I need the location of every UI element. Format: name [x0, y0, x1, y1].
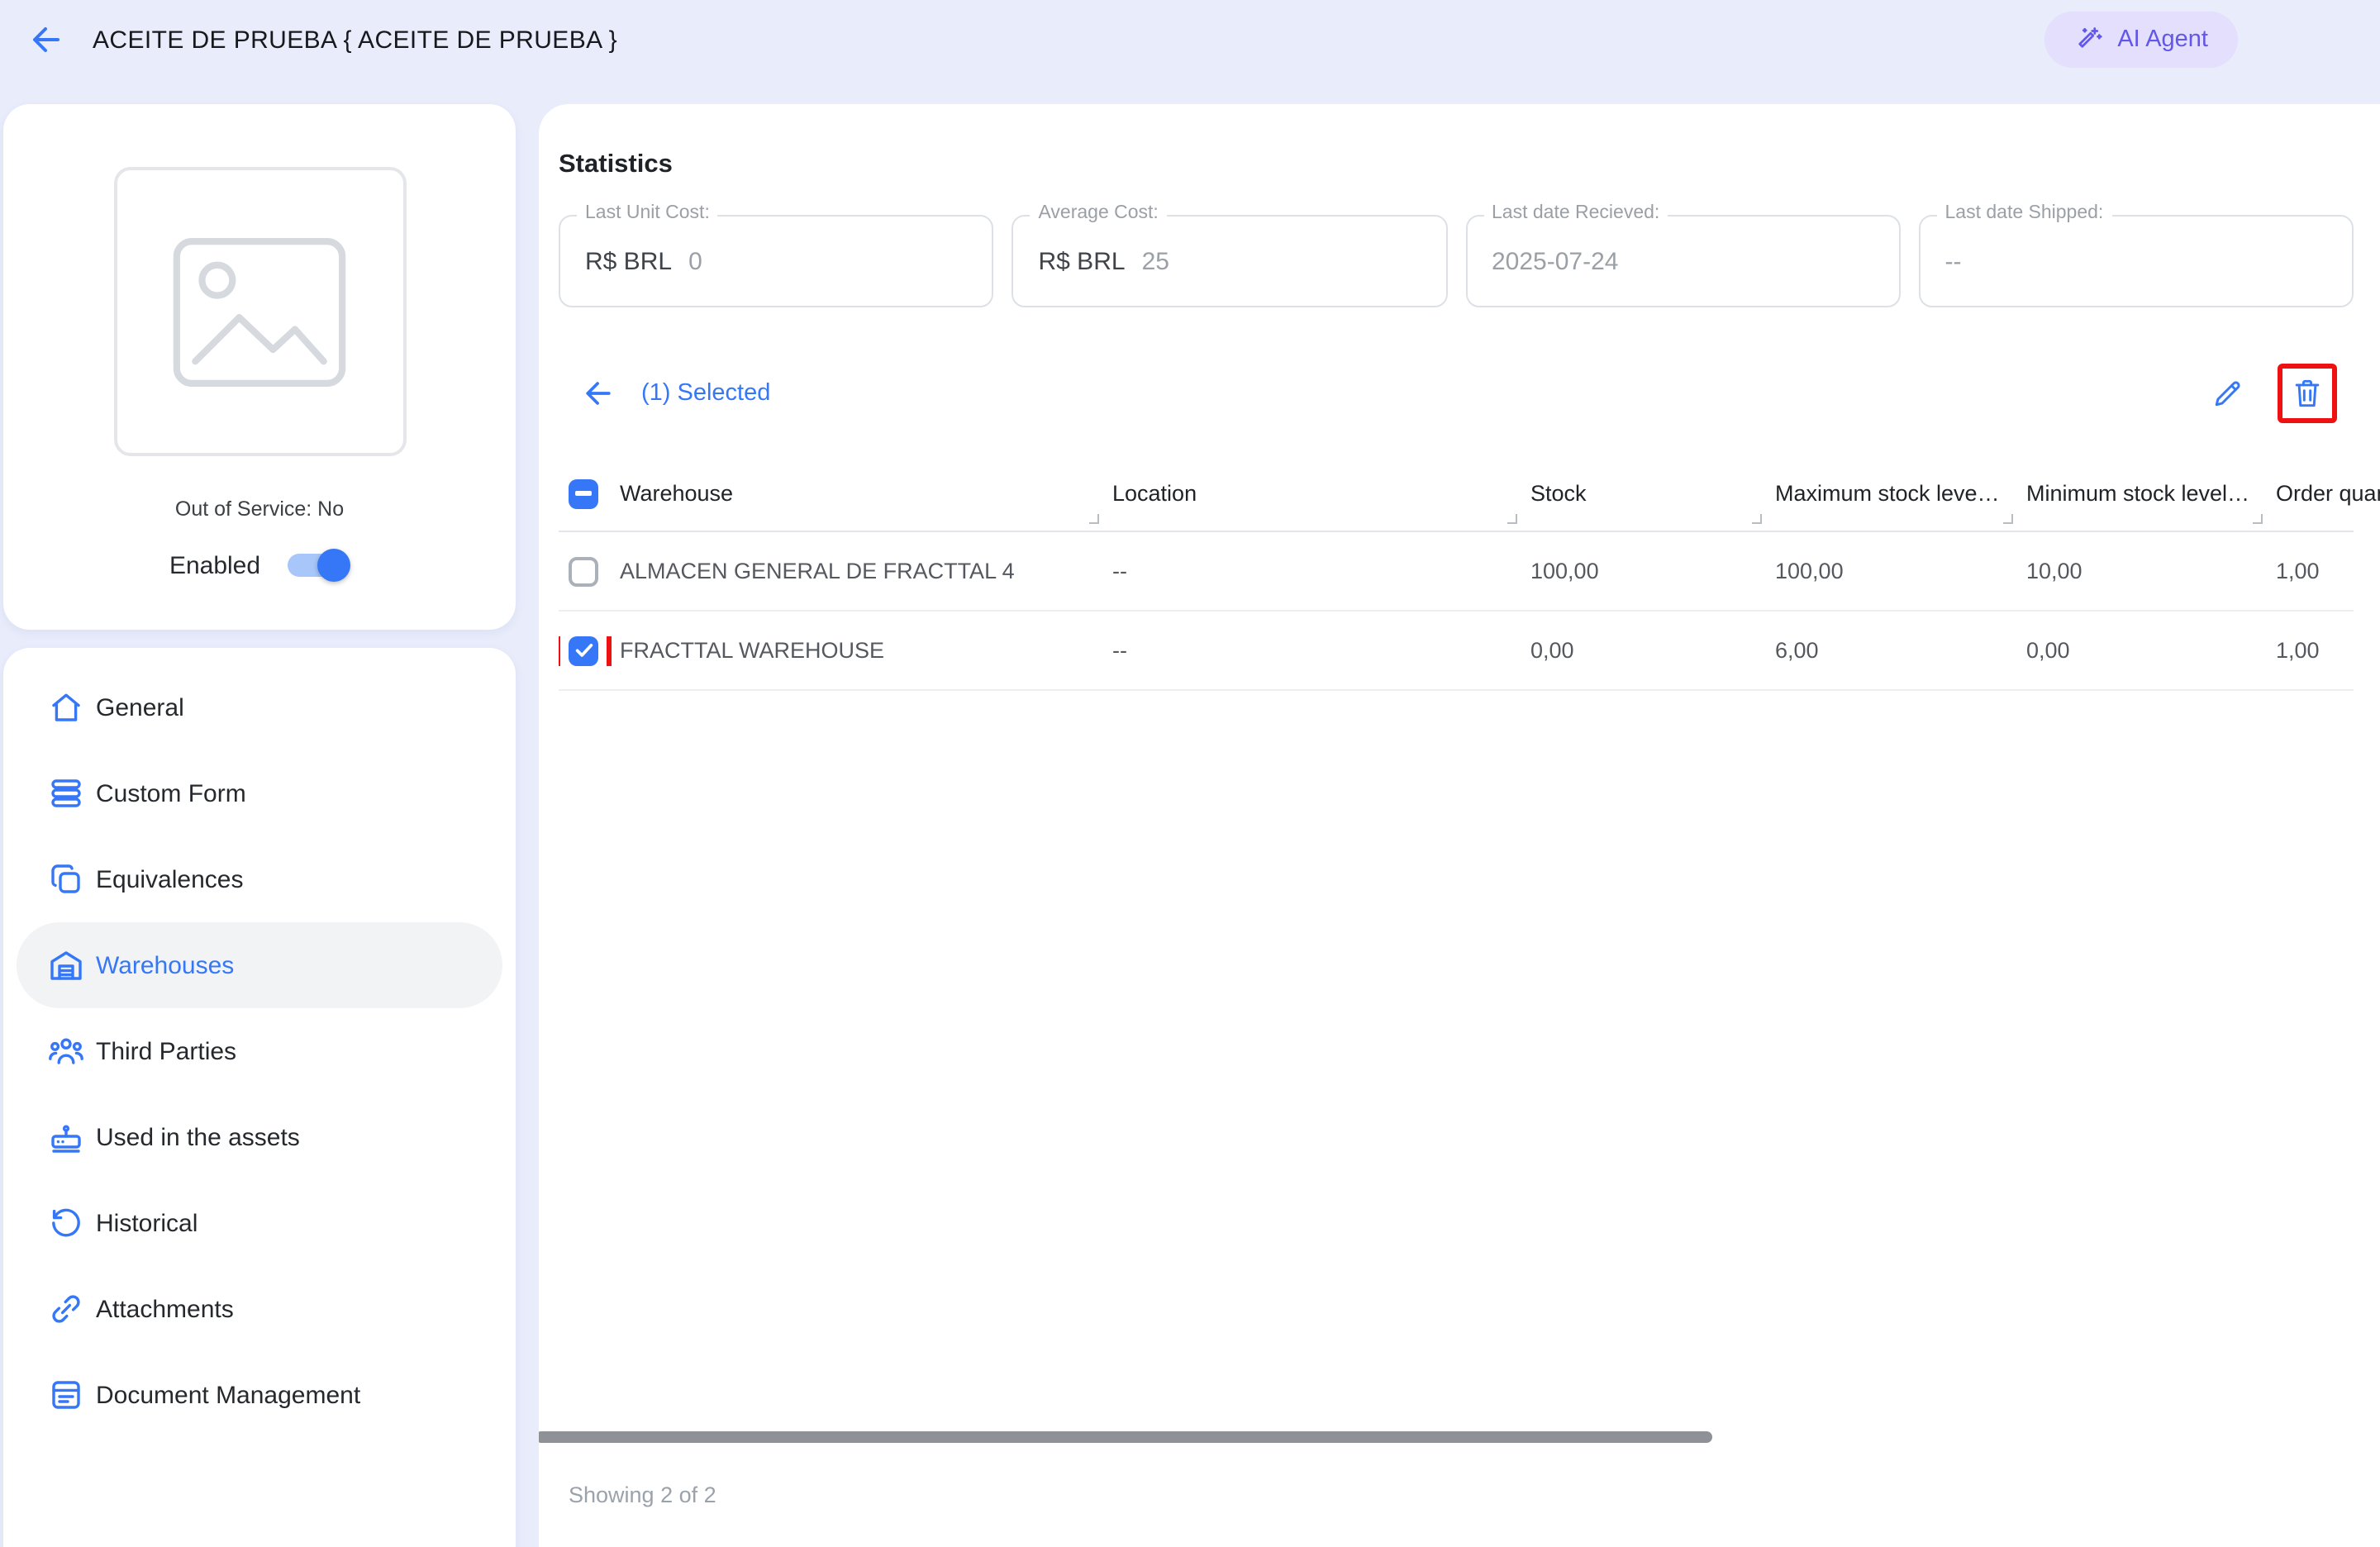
ai-agent-button[interactable]: AI Agent [2044, 12, 2238, 68]
equivalences-icon [46, 859, 86, 899]
assets-icon [46, 1117, 86, 1157]
row-checkbox-checked[interactable] [569, 635, 598, 665]
enabled-label: Enabled [169, 551, 260, 579]
location-cell: -- [1112, 638, 1530, 663]
sidebar-item-general[interactable]: General [17, 664, 502, 750]
field-label: Last date Recieved: [1483, 203, 1668, 223]
table-header-row: Warehouse Location Stock Maximum stock l… [559, 456, 2354, 532]
top-bar: ACEITE DE PRUEBA { ACEITE DE PRUEBA } AI… [0, 0, 2380, 79]
people-icon [46, 1031, 86, 1071]
attachment-icon [46, 1289, 86, 1329]
sidebar-item-label: Used in the assets [96, 1123, 300, 1151]
select-all-checkbox[interactable] [569, 478, 598, 508]
last-unit-cost-field[interactable]: Last Unit Cost: R$ BRL 0 [559, 215, 994, 307]
sort-corner-icon [1507, 514, 1517, 524]
item-summary-card: Out of Service: No Enabled [3, 104, 516, 630]
sort-corner-icon [2253, 514, 2263, 524]
sidebar-item-label: Equivalences [96, 865, 243, 893]
min-stock-cell: 10,00 [2026, 559, 2276, 583]
column-header-stock[interactable]: Stock [1530, 456, 1775, 531]
trash-icon [2289, 375, 2325, 412]
sidebar-item-used-in-assets[interactable]: Used in the assets [17, 1094, 502, 1180]
field-value: 25 [1142, 247, 1169, 275]
out-of-service-label: Out of Service: No [3, 497, 516, 521]
selected-count-label[interactable]: (1) Selected [641, 380, 770, 407]
field-label: Average Cost: [1031, 203, 1167, 223]
ai-agent-label: AI Agent [2117, 26, 2208, 53]
sidebar-item-attachments[interactable]: Attachments [17, 1266, 502, 1352]
column-header-warehouse[interactable]: Warehouse [620, 456, 1112, 531]
location-cell: -- [1112, 559, 1530, 583]
field-value: -- [1945, 247, 1962, 275]
column-header-min-stock[interactable]: Minimum stock level… [2026, 456, 2276, 531]
stock-cell: 100,00 [1530, 559, 1775, 583]
column-header-max-stock[interactable]: Maximum stock leve… [1775, 456, 2026, 531]
page-title: ACEITE DE PRUEBA { ACEITE DE PRUEBA } [93, 26, 617, 54]
enabled-toggle[interactable] [287, 549, 350, 582]
app-window: ACEITE DE PRUEBA { ACEITE DE PRUEBA } AI… [0, 0, 2380, 1547]
sidebar-item-warehouses[interactable]: Warehouses [17, 922, 502, 1008]
warehouses-table: Warehouse Location Stock Maximum stock l… [559, 456, 2354, 691]
sidebar-item-historical[interactable]: Historical [17, 1180, 502, 1266]
statistics-fields: Last Unit Cost: R$ BRL 0 Average Cost: R… [559, 215, 2354, 307]
min-stock-cell: 0,00 [2026, 638, 2276, 663]
sidebar-item-label: General [96, 693, 184, 721]
custom-form-icon [46, 774, 86, 813]
column-header-order-qty[interactable]: Order quan [2276, 456, 2380, 531]
sort-corner-icon [1089, 514, 1099, 524]
deselect-back-arrow-icon[interactable] [578, 374, 618, 413]
warehouse-icon [46, 945, 86, 985]
sidebar-item-third-parties[interactable]: Third Parties [17, 1008, 502, 1094]
sidebar-item-custom-form[interactable]: Custom Form [17, 750, 502, 836]
table-row[interactable]: ALMACEN GENERAL DE FRACTTAL 4 -- 100,00 … [559, 532, 2354, 612]
sidebar-item-label: Warehouses [96, 951, 234, 979]
image-icon [170, 236, 349, 388]
sort-corner-icon [2003, 514, 2013, 524]
row-checkbox[interactable] [569, 556, 598, 586]
pencil-icon [2210, 375, 2246, 412]
max-stock-cell: 6,00 [1775, 638, 2026, 663]
image-placeholder[interactable] [113, 167, 406, 456]
statistics-title: Statistics [559, 150, 2354, 180]
column-header-location[interactable]: Location [1112, 456, 1530, 531]
field-label: Last Unit Cost: [577, 203, 718, 223]
sort-corner-icon [1752, 514, 1762, 524]
warehouse-cell: FRACTTAL WAREHOUSE [620, 638, 1112, 663]
sidebar-item-label: Historical [96, 1209, 198, 1237]
sidebar-item-label: Custom Form [96, 779, 246, 807]
field-value: 0 [688, 247, 702, 275]
edit-button[interactable] [2208, 374, 2248, 413]
main-panel: Statistics Last Unit Cost: R$ BRL 0 Aver… [539, 104, 2380, 1547]
average-cost-field[interactable]: Average Cost: R$ BRL 25 [1012, 215, 1448, 307]
history-icon [46, 1203, 86, 1243]
document-icon [46, 1375, 86, 1415]
field-value: 2025-07-24 [1492, 247, 1618, 275]
sidebar-item-label: Third Parties [96, 1037, 236, 1065]
last-date-shipped-field[interactable]: Last date Shipped: -- [1919, 215, 2354, 307]
toggle-knob [317, 549, 350, 582]
stock-cell: 0,00 [1530, 638, 1775, 663]
table-row[interactable]: FRACTTAL WAREHOUSE -- 0,00 6,00 0,00 1,0… [559, 612, 2354, 691]
currency-prefix: R$ BRL [585, 247, 672, 275]
max-stock-cell: 100,00 [1775, 559, 2026, 583]
magic-wand-icon [2074, 25, 2104, 55]
back-arrow-icon[interactable] [26, 20, 66, 60]
sidebar-menu: General Custom Form Equivalences Warehou… [3, 648, 516, 1547]
last-date-received-field[interactable]: Last date Recieved: 2025-07-24 [1465, 215, 1901, 307]
selection-toolbar: (1) Selected [559, 360, 2354, 426]
currency-prefix: R$ BRL [1039, 247, 1126, 275]
warehouse-cell: ALMACEN GENERAL DE FRACTTAL 4 [620, 559, 1112, 583]
order-qty-cell: 1,00 [2276, 559, 2380, 583]
order-qty-cell: 1,00 [2276, 638, 2380, 663]
sidebar-item-label: Attachments [96, 1295, 234, 1323]
field-label: Last date Shipped: [1937, 203, 2112, 223]
sidebar-item-equivalences[interactable]: Equivalences [17, 836, 502, 922]
sidebar-item-document-management[interactable]: Document Management [17, 1352, 502, 1438]
home-icon [46, 688, 86, 727]
check-icon [573, 640, 594, 661]
horizontal-scrollbar[interactable] [539, 1431, 1712, 1443]
delete-button[interactable] [2287, 374, 2327, 413]
table-footer-count: Showing 2 of 2 [569, 1483, 716, 1507]
sidebar-item-label: Document Management [96, 1381, 360, 1409]
